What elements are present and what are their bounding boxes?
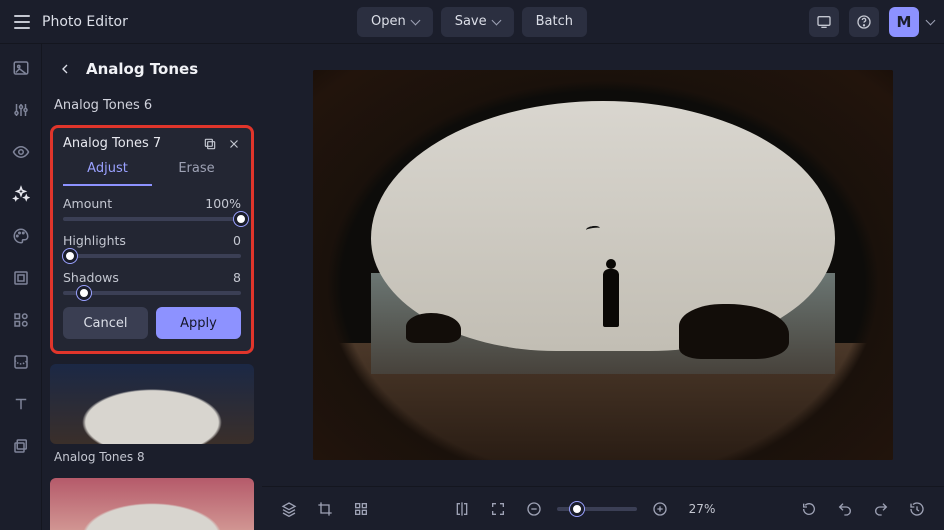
side-panel: Analog Tones Analog Tones 6 Analog Tones… — [42, 44, 262, 530]
undo-icon[interactable] — [832, 496, 858, 522]
canvas-wrap: 27% — [262, 44, 944, 530]
zoom-track[interactable] — [557, 507, 637, 511]
top-bar: Photo Editor Open Save Batch M — [0, 0, 944, 44]
zoom-in-icon[interactable] — [647, 496, 673, 522]
close-icon[interactable] — [227, 137, 241, 151]
image-preview — [313, 70, 893, 460]
open-button[interactable]: Open — [357, 7, 433, 37]
zoom-value[interactable]: 27% — [683, 502, 722, 516]
preset-card: Analog Tones 7 Adjust Erase Amount 100% H… — [50, 125, 254, 354]
grid-icon[interactable] — [348, 496, 374, 522]
shadows-track[interactable] — [63, 291, 241, 295]
tool-retouch-icon[interactable] — [7, 348, 35, 376]
highlights-track[interactable] — [63, 254, 241, 258]
card-buttons: Cancel Apply — [63, 307, 241, 339]
fit-screen-icon[interactable] — [485, 496, 511, 522]
slider-thumb[interactable] — [77, 286, 91, 300]
preset-thumb-9[interactable] — [50, 478, 254, 530]
bottom-bar: 27% — [262, 486, 944, 530]
slider-highlights: Highlights 0 — [63, 233, 241, 258]
apply-button[interactable]: Apply — [156, 307, 241, 339]
tool-adjust-icon[interactable] — [7, 96, 35, 124]
shadows-value: 8 — [233, 270, 241, 285]
top-right: M — [809, 7, 934, 37]
card-title: Analog Tones 7 — [63, 136, 195, 151]
app-title: Photo Editor — [42, 14, 128, 30]
feedback-icon[interactable] — [809, 7, 839, 37]
highlights-value: 0 — [233, 233, 241, 248]
top-center-buttons: Open Save Batch — [357, 7, 587, 37]
redo-icon[interactable] — [868, 496, 894, 522]
preset-thumb-8[interactable] — [50, 364, 254, 444]
crop-icon[interactable] — [312, 496, 338, 522]
slider-shadows: Shadows 8 — [63, 270, 241, 295]
help-icon[interactable] — [849, 7, 879, 37]
zoom-out-icon[interactable] — [521, 496, 547, 522]
compare-icon[interactable] — [449, 496, 475, 522]
cancel-button[interactable]: Cancel — [63, 307, 148, 339]
layers-icon[interactable] — [276, 496, 302, 522]
tool-strip — [0, 44, 42, 530]
back-arrow-icon[interactable] — [54, 58, 76, 80]
card-tabs: Adjust Erase — [63, 157, 241, 186]
card-header: Analog Tones 7 — [63, 136, 241, 151]
user-avatar[interactable]: M — [889, 7, 919, 37]
slider-thumb[interactable] — [63, 249, 77, 263]
slider-thumb[interactable] — [570, 502, 584, 516]
preset-prev[interactable]: Analog Tones 6 — [42, 90, 262, 121]
chevron-down-icon — [410, 15, 420, 25]
tool-eye-icon[interactable] — [7, 138, 35, 166]
highlights-label: Highlights — [63, 233, 126, 248]
slider-thumb[interactable] — [234, 212, 248, 226]
batch-button[interactable]: Batch — [522, 7, 587, 37]
tool-effects-icon[interactable] — [7, 180, 35, 208]
save-button[interactable]: Save — [441, 7, 514, 37]
canvas-area[interactable] — [262, 44, 944, 486]
batch-label: Batch — [536, 14, 573, 29]
preset-next-label: Analog Tones 8 — [42, 444, 262, 470]
amount-track[interactable] — [63, 217, 241, 221]
panel-title: Analog Tones — [86, 60, 198, 78]
amount-value: 100% — [205, 196, 241, 211]
rotate-icon[interactable] — [796, 496, 822, 522]
amount-label: Amount — [63, 196, 112, 211]
tool-palette-icon[interactable] — [7, 222, 35, 250]
chevron-down-icon — [491, 15, 501, 25]
tool-frame-icon[interactable] — [7, 264, 35, 292]
slider-amount: Amount 100% — [63, 196, 241, 221]
tool-elements-icon[interactable] — [7, 306, 35, 334]
tab-adjust[interactable]: Adjust — [63, 157, 152, 186]
open-label: Open — [371, 14, 406, 29]
main-area: Analog Tones Analog Tones 6 Analog Tones… — [0, 44, 944, 530]
panel-header: Analog Tones — [42, 58, 262, 90]
chevron-down-icon[interactable] — [926, 15, 936, 25]
hamburger-menu-icon[interactable] — [10, 10, 34, 34]
history-icon[interactable] — [904, 496, 930, 522]
tab-erase[interactable]: Erase — [152, 157, 241, 186]
tool-layers-icon[interactable] — [7, 432, 35, 460]
tool-image-icon[interactable] — [7, 54, 35, 82]
shadows-label: Shadows — [63, 270, 119, 285]
save-label: Save — [455, 14, 487, 29]
copy-icon[interactable] — [203, 137, 217, 151]
tool-text-icon[interactable] — [7, 390, 35, 418]
